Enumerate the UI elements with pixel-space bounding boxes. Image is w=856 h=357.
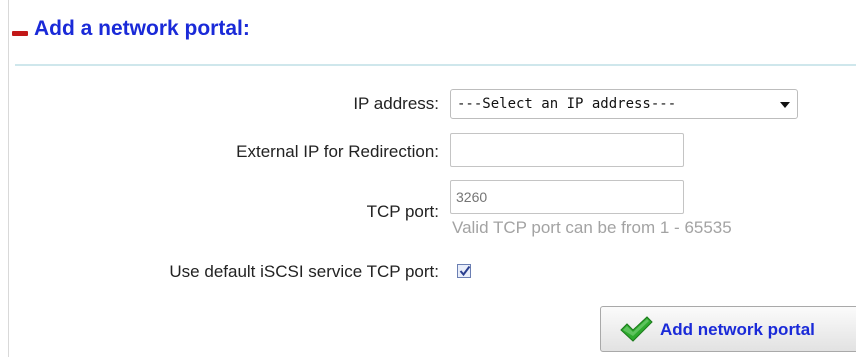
checkbox-check-icon (459, 265, 471, 277)
tcp-port-input[interactable] (450, 180, 684, 214)
tcp-port-label: TCP port: (366, 202, 439, 221)
add-network-portal-button[interactable]: Add network portal (600, 306, 856, 352)
tcp-port-hint: Valid TCP port can be from 1 - 65535 (452, 218, 732, 237)
ip-address-select[interactable]: ---Select an IP address--- (450, 89, 798, 119)
header-divider (15, 64, 856, 66)
section-title: Add a network portal: (34, 17, 250, 40)
checkmark-icon (620, 316, 653, 342)
external-ip-label: External IP for Redirection: (236, 142, 439, 161)
network-portal-panel: Add a network portal: IP address: ---Sel… (8, 0, 856, 357)
ip-address-label: IP address: (353, 94, 439, 113)
use-default-port-label: Use default iSCSI service TCP port: (169, 262, 439, 281)
external-ip-input[interactable] (450, 133, 684, 167)
ip-address-select-value: ---Select an IP address--- (457, 96, 677, 112)
chevron-down-icon (780, 102, 790, 108)
use-default-port-checkbox[interactable] (457, 264, 471, 278)
collapse-minus-icon[interactable] (12, 31, 28, 36)
add-network-portal-label: Add network portal (660, 320, 815, 339)
section-header[interactable]: Add a network portal: (9, 14, 856, 54)
